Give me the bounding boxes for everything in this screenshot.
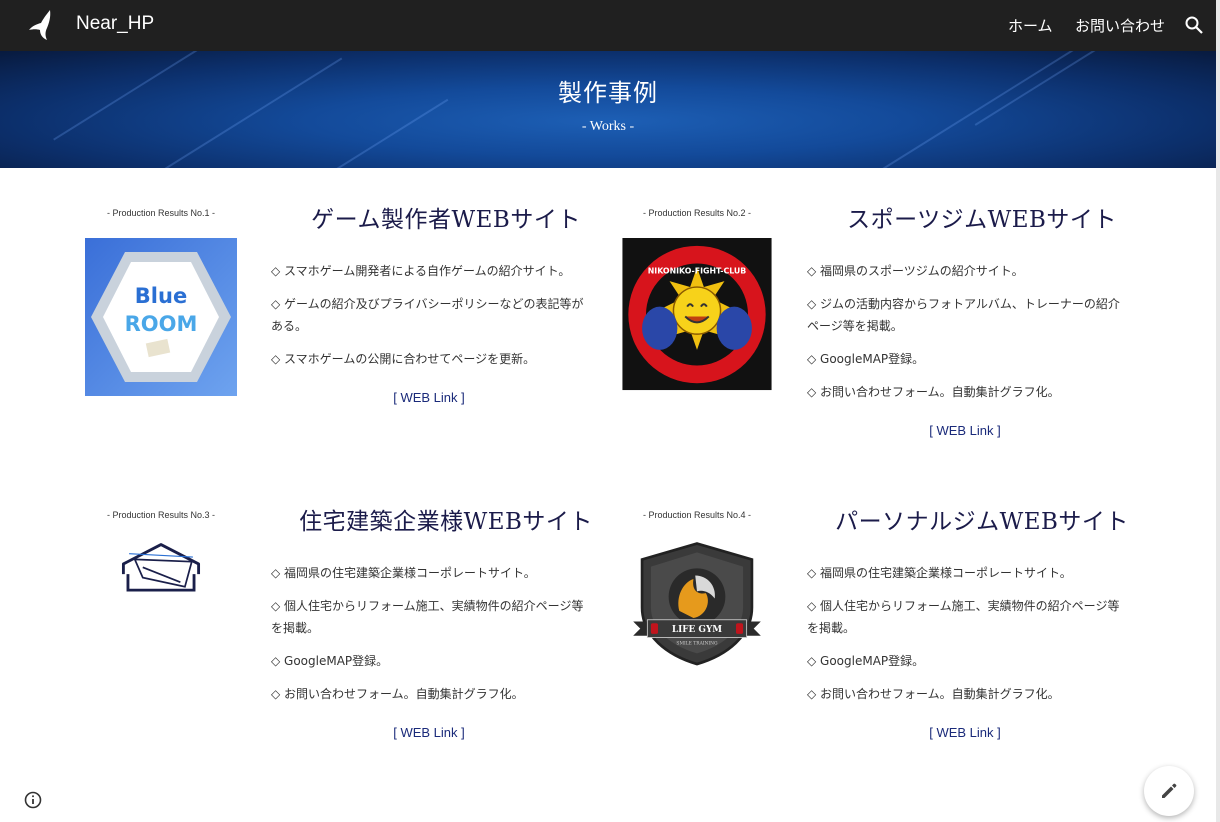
work-bullet: ◇ お問い合わせフォーム。自動集計グラフ化。 (807, 385, 1060, 399)
work-bullet: ◇ GoogleMAP登録。 (807, 352, 925, 366)
fight-club-logo-text: NIKONIKO-FIGHT-CLUB (648, 266, 747, 275)
fight-club-thumbnail: NIKONIKO-FIGHT-CLUB (622, 238, 772, 391)
work-bullet: ◇ 福岡県のスポーツジムの紹介サイト。 (807, 264, 1024, 278)
work-bullet: ◇ GoogleMAP登録。 (807, 654, 925, 668)
work-bullet: ◇ 福岡県の住宅建築企業様コーポレートサイト。 (807, 566, 1072, 580)
bird-logo-icon[interactable] (28, 9, 58, 41)
production-result-label: - Production Results No.4 - (642, 510, 752, 520)
work-card-3: - Production Results No.3 - 住宅建築企業様WEBサイ… (85, 509, 621, 790)
house-logo-thumbnail (121, 543, 201, 592)
work-bullet: ◇ GoogleMAP登録。 (271, 654, 389, 668)
work-card-4: - Production Results No.4 - LIFE GYM SMI… (621, 509, 1157, 790)
work-description: ◇ 福岡県の住宅建築企業様コーポレートサイト。 ◇ 個人住宅からリフォーム施工、… (271, 562, 591, 740)
work-bullet: ◇ 個人住宅からリフォーム施工、実績物件の紹介ページ等を掲載。 (271, 599, 584, 635)
life-gym-tagline: SMILE TRAINING (676, 642, 718, 647)
nav-home-link[interactable]: ホーム (1008, 15, 1053, 36)
work-card-2: - Production Results No.2 - NIKONIKO-FIG… (621, 207, 1157, 488)
work-bullet: ◇ ゲームの紹介及びプライバシーポリシーなどの表記等がある。 (271, 297, 584, 333)
top-navigation-bar: Near_HP ホーム お問い合わせ (0, 0, 1220, 51)
work-title: ゲーム製作者WEBサイト (311, 207, 581, 233)
work-bullet: ◇ お問い合わせフォーム。自動集計グラフ化。 (271, 687, 524, 701)
work-description: ◇ スマホゲーム開発者による自作ゲームの紹介サイト。 ◇ ゲームの紹介及びプライ… (271, 260, 591, 405)
web-link[interactable]: [ WEB Link ] (271, 725, 587, 740)
page-title: 製作事例 (558, 79, 658, 107)
info-icon[interactable] (23, 790, 43, 810)
page-scrollbar[interactable] (1216, 0, 1220, 822)
blue-room-thumbnail: Blue ROOM (85, 238, 237, 396)
work-card-1: - Production Results No.1 - Blue ROOM ゲー… (85, 207, 621, 488)
work-bullet: ◇ スマホゲームの公開に合わせてページを更新。 (271, 352, 536, 366)
work-bullet: ◇ 福岡県の住宅建築企業様コーポレートサイト。 (271, 566, 536, 580)
life-gym-thumbnail: LIFE GYM SMILE TRAINING (633, 542, 761, 666)
page-subtitle: - Works - (581, 119, 635, 134)
production-result-label: - Production Results No.2 - (642, 208, 752, 218)
web-link[interactable]: [ WEB Link ] (807, 725, 1123, 740)
work-description: ◇ 福岡県の住宅建築企業様コーポレートサイト。 ◇ 個人住宅からリフォーム施工、… (807, 562, 1127, 740)
blue-room-word-2: ROOM (125, 312, 198, 336)
nav-contact-link[interactable]: お問い合わせ (1075, 15, 1165, 36)
production-result-label: - Production Results No.1 - (106, 208, 216, 218)
web-link[interactable]: [ WEB Link ] (271, 390, 587, 405)
site-title[interactable]: Near_HP (76, 13, 154, 35)
page-banner: 製作事例 - Works - (0, 51, 1216, 168)
work-bullet: ◇ 個人住宅からリフォーム施工、実績物件の紹介ページ等を掲載。 (807, 599, 1120, 635)
production-result-label: - Production Results No.3 - (106, 510, 216, 520)
work-title: パーソナルジムWEBサイト (835, 509, 1129, 535)
blue-room-word-1: Blue (135, 284, 187, 308)
life-gym-logo-text: LIFE GYM (672, 625, 722, 635)
pencil-edit-icon (1162, 783, 1177, 798)
edit-button[interactable] (1144, 766, 1194, 816)
search-icon[interactable] (1184, 15, 1204, 35)
work-bullet: ◇ スマホゲーム開発者による自作ゲームの紹介サイト。 (271, 264, 571, 278)
work-description: ◇ 福岡県のスポーツジムの紹介サイト。 ◇ ジムの活動内容からフォトアルバム、ト… (807, 260, 1127, 438)
work-title: スポーツジムWEBサイト (847, 207, 1117, 233)
web-link[interactable]: [ WEB Link ] (807, 423, 1123, 438)
work-bullet: ◇ お問い合わせフォーム。自動集計グラフ化。 (807, 687, 1060, 701)
work-title: 住宅建築企業様WEBサイト (299, 509, 593, 535)
work-bullet: ◇ ジムの活動内容からフォトアルバム、トレーナーの紹介ページ等を掲載。 (807, 297, 1120, 333)
